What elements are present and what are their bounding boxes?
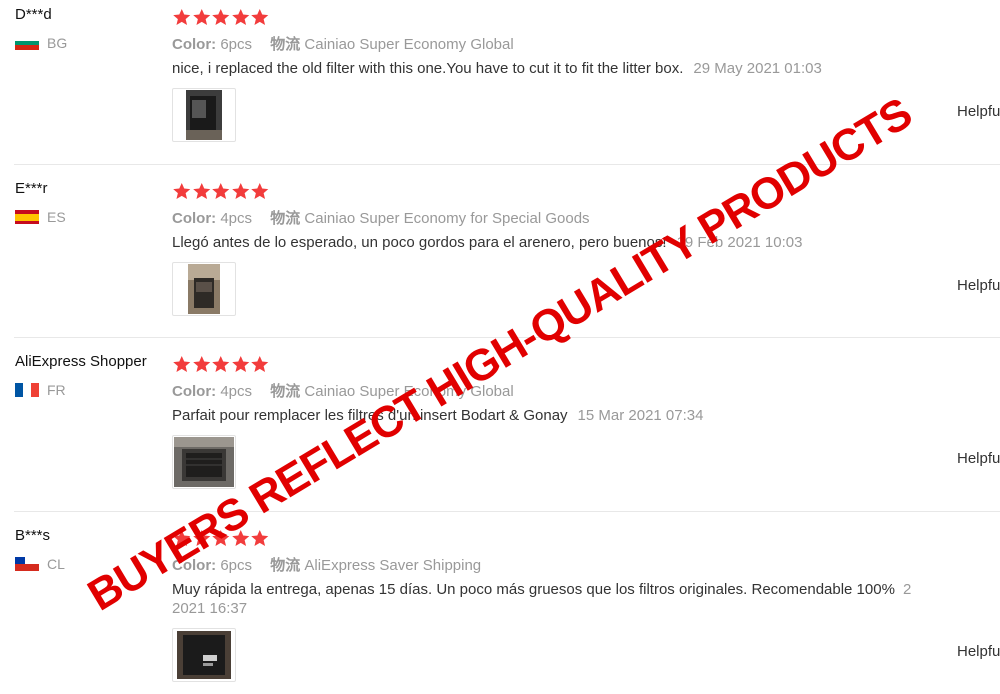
color-label: Color: — [172, 557, 217, 574]
reviewer-country: CL — [15, 556, 65, 572]
country-code: CL — [47, 556, 65, 572]
star-icon — [192, 182, 210, 200]
review-date-continued: 2021 16:37 — [172, 599, 247, 618]
shipping-value: Cainiao Super Economy Global — [304, 383, 514, 400]
star-icon — [173, 182, 191, 200]
star-icon — [231, 182, 249, 200]
review-text: nice, i replaced the old filter with thi… — [172, 60, 684, 77]
reviewer-name: AliExpress Shopper — [15, 353, 147, 370]
country-code: ES — [47, 209, 66, 225]
review-divider — [14, 337, 1000, 338]
star-icon — [212, 8, 230, 26]
review-meta: Color: 4pcs 物流 Cainiao Super Economy Glo… — [172, 380, 514, 401]
color-label: Color: — [172, 36, 217, 53]
star-rating — [172, 8, 270, 26]
star-icon — [231, 8, 249, 26]
star-icon — [251, 182, 269, 200]
star-icon — [251, 529, 269, 547]
star-icon — [212, 355, 230, 373]
helpful-button[interactable]: Helpfu — [957, 103, 1000, 120]
reviewer-name: D***d — [15, 6, 52, 23]
photo-image — [177, 631, 231, 679]
star-icon — [173, 529, 191, 547]
star-icon — [173, 8, 191, 26]
review-date: 29 May 2021 01:03 — [693, 60, 822, 77]
review-photo-thumbnail[interactable] — [172, 88, 236, 142]
reviewer-country: FR — [15, 382, 66, 398]
review-photo-thumbnail[interactable] — [172, 435, 236, 489]
shipping-value: AliExpress Saver Shipping — [304, 557, 482, 574]
reviewer-name: B***s — [15, 527, 51, 544]
star-icon — [251, 355, 269, 373]
helpful-button[interactable]: Helpfu — [957, 450, 1000, 467]
color-value: 4pcs — [220, 210, 253, 227]
review-text-line: Muy rápida la entrega, apenas 15 días. U… — [172, 580, 911, 599]
star-icon — [192, 529, 210, 547]
review-text: Muy rápida la entrega, apenas 15 días. U… — [172, 581, 895, 598]
photo-image — [174, 437, 234, 487]
reviewer-name: E***r — [15, 180, 48, 197]
reviewer-country: ES — [15, 209, 66, 225]
shipping-label: 物流 — [270, 383, 301, 400]
shipping-value: Cainiao Super Economy for Special Goods — [304, 210, 590, 227]
flag-fr-icon — [15, 383, 39, 397]
flag-cl-icon — [15, 557, 39, 571]
review-photo-thumbnail[interactable] — [172, 628, 236, 682]
review-divider — [14, 511, 1000, 512]
flag-es-icon — [15, 210, 39, 224]
review-date: 19 Feb 2021 10:03 — [676, 234, 803, 251]
review-date-wrap: 2021 16:37 — [172, 600, 248, 617]
shipping-label: 物流 — [270, 557, 301, 574]
star-rating — [172, 355, 270, 373]
color-value: 6pcs — [220, 36, 253, 53]
star-icon — [251, 8, 269, 26]
country-code: BG — [47, 35, 68, 51]
review-photo-thumbnail[interactable] — [172, 262, 236, 316]
star-icon — [192, 8, 210, 26]
shipping-label: 物流 — [270, 210, 301, 227]
color-label: Color: — [172, 210, 217, 227]
country-code: FR — [47, 382, 66, 398]
star-icon — [231, 529, 249, 547]
star-icon — [212, 529, 230, 547]
review-text: Parfait pour remplacer les filtres d'un … — [172, 407, 568, 424]
shipping-value: Cainiao Super Economy Global — [304, 36, 514, 53]
review-text-line: Parfait pour remplacer les filtres d'un … — [172, 406, 703, 425]
review-text: Llegó antes de lo esperado, un poco gord… — [172, 234, 667, 251]
helpful-button[interactable]: Helpfu — [957, 643, 1000, 660]
star-icon — [173, 355, 191, 373]
review-divider — [14, 164, 1000, 165]
flag-bg-icon — [15, 36, 39, 50]
helpful-button[interactable]: Helpfu — [957, 277, 1000, 294]
review-date: 2 — [902, 581, 912, 598]
color-label: Color: — [172, 383, 217, 400]
star-icon — [212, 182, 230, 200]
photo-image — [188, 264, 220, 314]
star-icon — [231, 355, 249, 373]
color-value: 4pcs — [220, 383, 253, 400]
photo-image — [186, 90, 222, 140]
star-rating — [172, 182, 270, 200]
review-meta: Color: 6pcs 物流 AliExpress Saver Shipping — [172, 554, 481, 575]
review-date: 15 Mar 2021 07:34 — [577, 407, 704, 424]
star-rating — [172, 529, 270, 547]
color-value: 6pcs — [220, 557, 253, 574]
review-text-line: Llegó antes de lo esperado, un poco gord… — [172, 233, 802, 252]
reviewer-country: BG — [15, 35, 67, 51]
review-text-line: nice, i replaced the old filter with thi… — [172, 59, 822, 78]
shipping-label: 物流 — [270, 36, 301, 53]
review-meta: Color: 4pcs 物流 Cainiao Super Economy for… — [172, 207, 590, 228]
review-meta: Color: 6pcs 物流 Cainiao Super Economy Glo… — [172, 33, 514, 54]
star-icon — [192, 355, 210, 373]
